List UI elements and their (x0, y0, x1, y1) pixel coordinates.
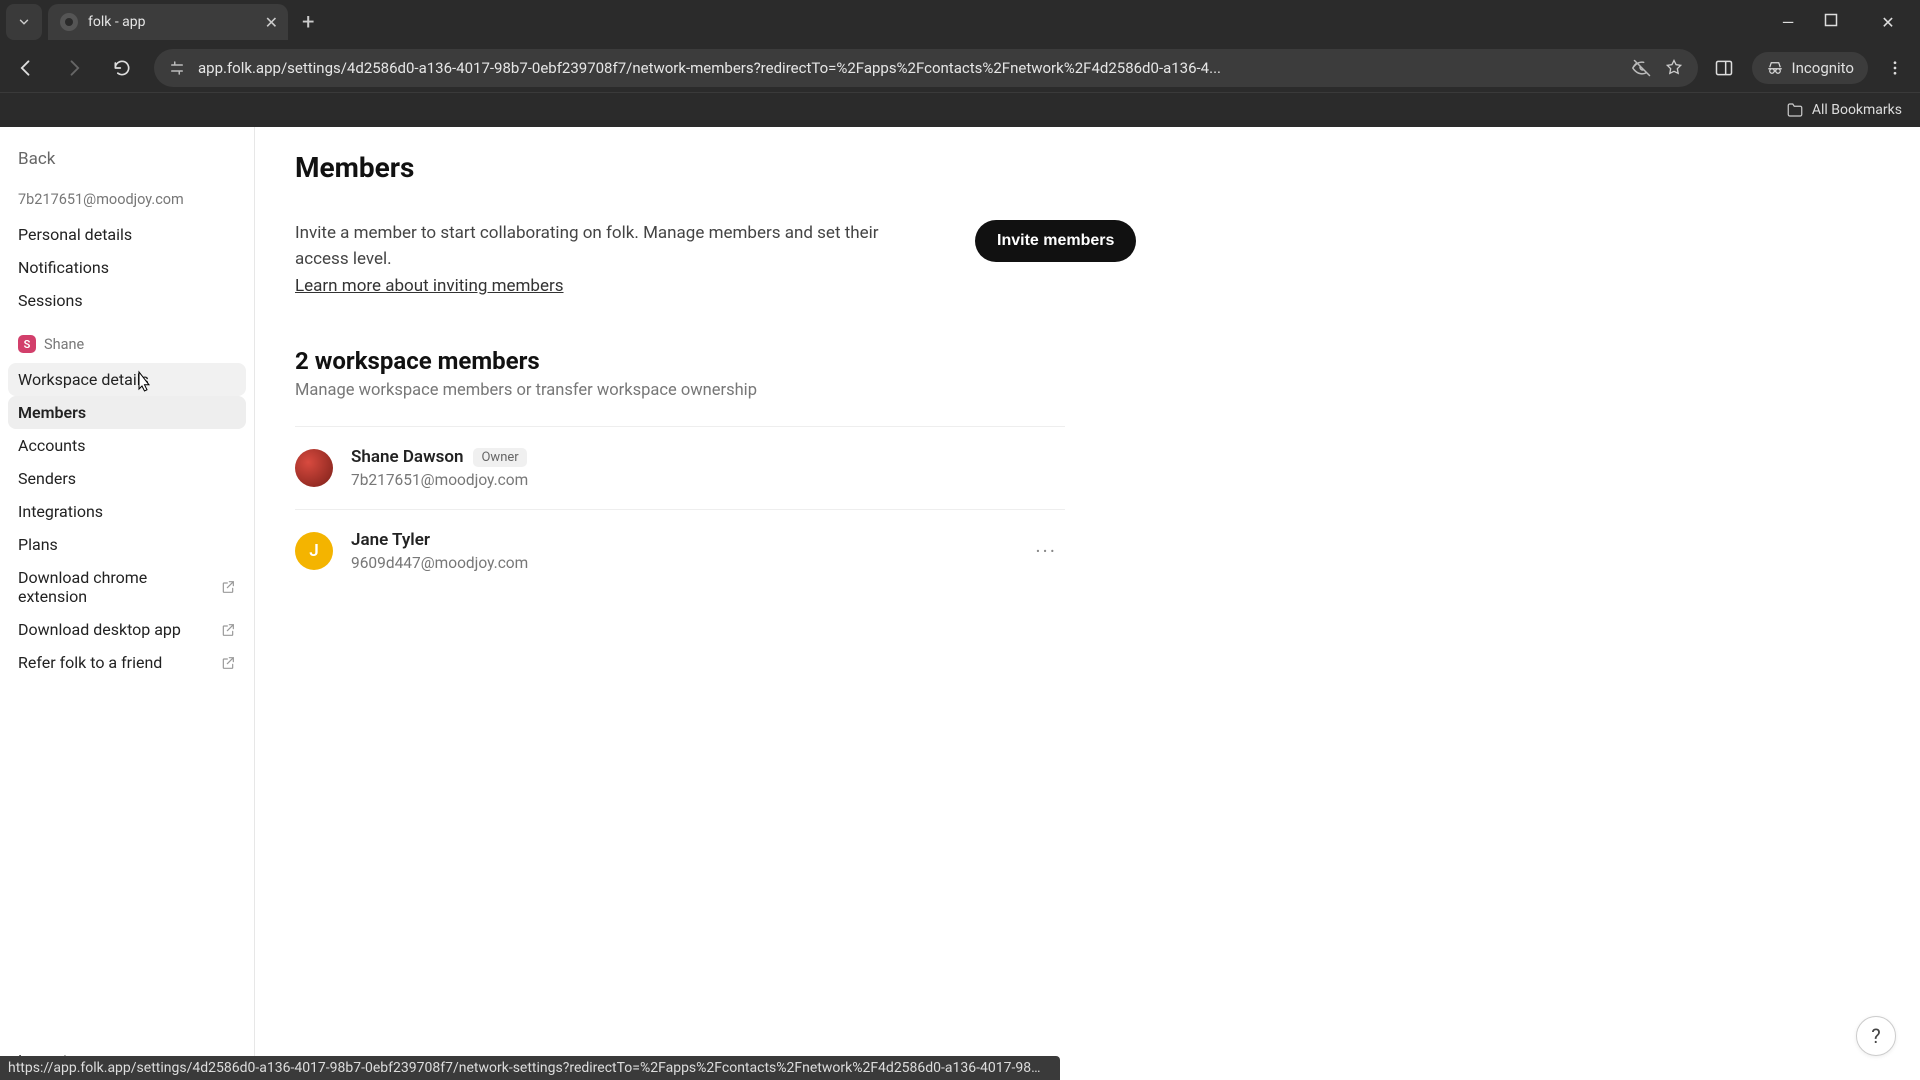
members-subheading: Manage workspace members or transfer wor… (295, 381, 1880, 400)
tab-close-icon[interactable]: ✕ (265, 13, 278, 32)
folder-icon (1786, 101, 1804, 119)
arrow-left-icon (16, 58, 36, 78)
sidebar-user-email: 7b217651@moodjoy.com (8, 191, 246, 218)
member-row-menu[interactable]: ··· (1027, 535, 1065, 567)
external-link-icon (220, 579, 236, 595)
tab-strip: folk - app ✕ + — ✕ (0, 0, 1920, 44)
sidebar-item-accounts[interactable]: Accounts (8, 429, 246, 462)
member-email: 7b217651@moodjoy.com (351, 471, 1065, 489)
member-info: Shane Dawson Owner 7b217651@moodjoy.com (351, 447, 1065, 489)
window-controls: — ✕ (1774, 13, 1920, 32)
member-email: 9609d447@moodjoy.com (351, 554, 1009, 572)
sidebar-item-workspace-details[interactable]: Workspace details (8, 363, 246, 396)
bookmarks-bar: All Bookmarks (0, 92, 1920, 127)
external-link-icon (220, 655, 236, 671)
reload-icon (112, 58, 132, 78)
sidebar-item-desktop-app[interactable]: Download desktop app (8, 613, 246, 646)
browser-chrome: folk - app ✕ + — ✕ app.folk.app/settings… (0, 0, 1920, 127)
browser-tab[interactable]: folk - app ✕ (48, 4, 288, 40)
member-name: Shane Dawson (351, 447, 463, 467)
tab-title: folk - app (88, 14, 146, 30)
help-button[interactable]: ? (1856, 1016, 1896, 1056)
members-count-heading: 2 workspace members (295, 347, 1880, 375)
incognito-indicator[interactable]: Incognito (1752, 52, 1868, 84)
browser-toolbar: app.folk.app/settings/4d2586d0-a136-4017… (0, 44, 1920, 92)
external-link-icon (220, 622, 236, 638)
window-close-button[interactable]: ✕ (1874, 13, 1902, 32)
sidebar-workspace-header: S Shane (8, 335, 246, 363)
url-bar[interactable]: app.folk.app/settings/4d2586d0-a136-4017… (154, 49, 1698, 87)
url-text: app.folk.app/settings/4d2586d0-a136-4017… (198, 59, 1620, 77)
nav-reload-button[interactable] (106, 52, 138, 84)
main-content: Members Invite a member to start collabo… (255, 127, 1920, 1080)
sidebar-item-integrations[interactable]: Integrations (8, 495, 246, 528)
tab-favicon (60, 13, 78, 31)
sidebar-item-notifications[interactable]: Notifications (8, 251, 246, 284)
member-row: J Jane Tyler 9609d447@moodjoy.com ··· (295, 509, 1065, 592)
sidebar-item-refer-friend[interactable]: Refer folk to a friend (8, 646, 246, 679)
arrow-right-icon (64, 58, 84, 78)
incognito-label: Incognito (1792, 59, 1854, 77)
sidebar-item-personal-details[interactable]: Personal details (8, 218, 246, 251)
member-avatar: J (295, 532, 333, 570)
invite-members-button[interactable]: Invite members (975, 220, 1136, 262)
member-row: Shane Dawson Owner 7b217651@moodjoy.com (295, 426, 1065, 509)
sidebar-item-senders[interactable]: Senders (8, 462, 246, 495)
workspace-avatar-chip: S (18, 335, 36, 353)
bookmark-star-icon[interactable] (1664, 58, 1684, 78)
incognito-icon (1766, 59, 1784, 77)
back-link[interactable]: Back (8, 145, 246, 191)
kebab-menu-icon[interactable] (1886, 59, 1904, 77)
eye-off-icon[interactable] (1632, 58, 1652, 78)
workspace-name: Shane (44, 336, 84, 353)
nav-forward-button[interactable] (58, 52, 90, 84)
learn-more-link[interactable]: Learn more about inviting members (295, 276, 564, 296)
all-bookmarks-link[interactable]: All Bookmarks (1812, 102, 1902, 118)
member-name: Jane Tyler (351, 530, 430, 550)
window-minimize-button[interactable]: — (1774, 13, 1802, 32)
page-title: Members (295, 151, 1880, 184)
owner-badge: Owner (473, 448, 526, 467)
members-list: Shane Dawson Owner 7b217651@moodjoy.com J Ja… (295, 426, 1880, 592)
nav-back-button[interactable] (10, 52, 42, 84)
toolbar-right: Incognito (1714, 52, 1910, 84)
settings-sidebar: Back 7b217651@moodjoy.com Personal detai… (0, 127, 255, 1080)
intro-row: Invite a member to start collaborating o… (295, 220, 1880, 299)
sidebar-item-plans[interactable]: Plans (8, 528, 246, 561)
sidebar-item-members[interactable]: Members (8, 396, 246, 429)
status-bar-link-preview: https://app.folk.app/settings/4d2586d0-a… (0, 1056, 1060, 1080)
window-maximize-button[interactable] (1824, 13, 1852, 32)
sidebar-item-sessions[interactable]: Sessions (8, 284, 246, 317)
intro-text: Invite a member to start collaborating o… (295, 220, 935, 299)
side-panel-icon[interactable] (1714, 58, 1734, 78)
site-settings-icon[interactable] (168, 59, 186, 77)
chevron-down-icon (17, 15, 31, 29)
sidebar-item-chrome-extension[interactable]: Download chrome extension (8, 561, 246, 613)
tab-search-dropdown[interactable] (6, 4, 42, 40)
member-avatar (295, 449, 333, 487)
new-tab-button[interactable]: + (302, 10, 314, 35)
member-info: Jane Tyler 9609d447@moodjoy.com (351, 530, 1009, 572)
app-root: Back 7b217651@moodjoy.com Personal detai… (0, 127, 1920, 1080)
